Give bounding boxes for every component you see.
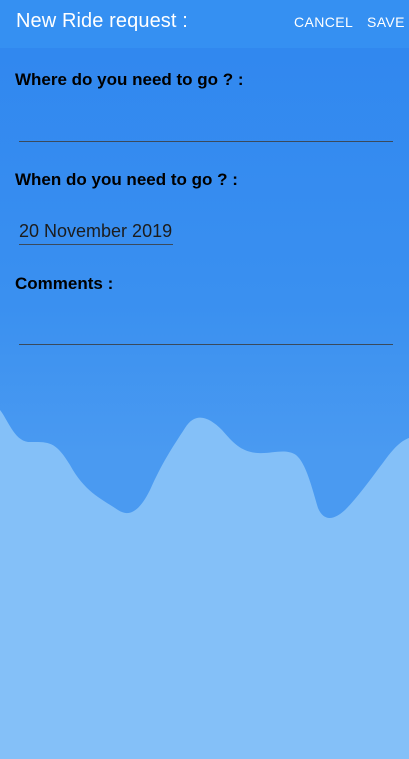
destination-input[interactable] [19,113,393,142]
date-label: When do you need to go ? : [15,170,238,189]
app-bar: New Ride request : CANCEL SAVE [0,0,409,48]
save-button[interactable]: SAVE [367,14,405,30]
destination-label: Where do you need to go ? : [15,70,244,89]
comments-label: Comments : [15,274,114,293]
ride-request-form: Where do you need to go ? : When do you … [0,0,409,759]
date-picker-field[interactable]: 20 November 2019 [19,218,174,245]
page-title: New Ride request : [16,10,188,32]
comments-input[interactable] [19,316,393,345]
cancel-button[interactable]: CANCEL [294,14,353,30]
